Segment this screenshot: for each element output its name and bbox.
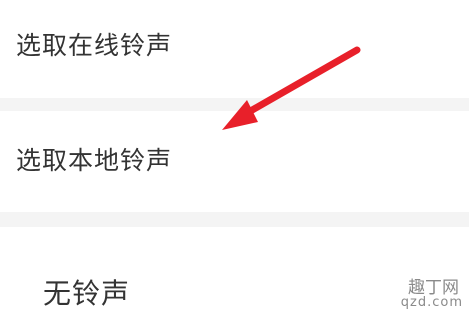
no-ringtone-label: 无铃声 bbox=[43, 277, 131, 310]
select-local-ringtone-option[interactable]: 选取本地铃声 bbox=[0, 111, 469, 212]
no-ringtone-option[interactable]: 无铃声 bbox=[0, 227, 469, 317]
watermark-url: qzd.com bbox=[400, 295, 463, 310]
site-watermark: 趣丁网 qzd.com bbox=[401, 271, 467, 315]
select-local-ringtone-label: 选取本地铃声 bbox=[16, 146, 173, 175]
select-online-ringtone-option[interactable]: 选取在线铃声 bbox=[0, 0, 469, 98]
select-online-ringtone-label: 选取在线铃声 bbox=[16, 31, 173, 60]
